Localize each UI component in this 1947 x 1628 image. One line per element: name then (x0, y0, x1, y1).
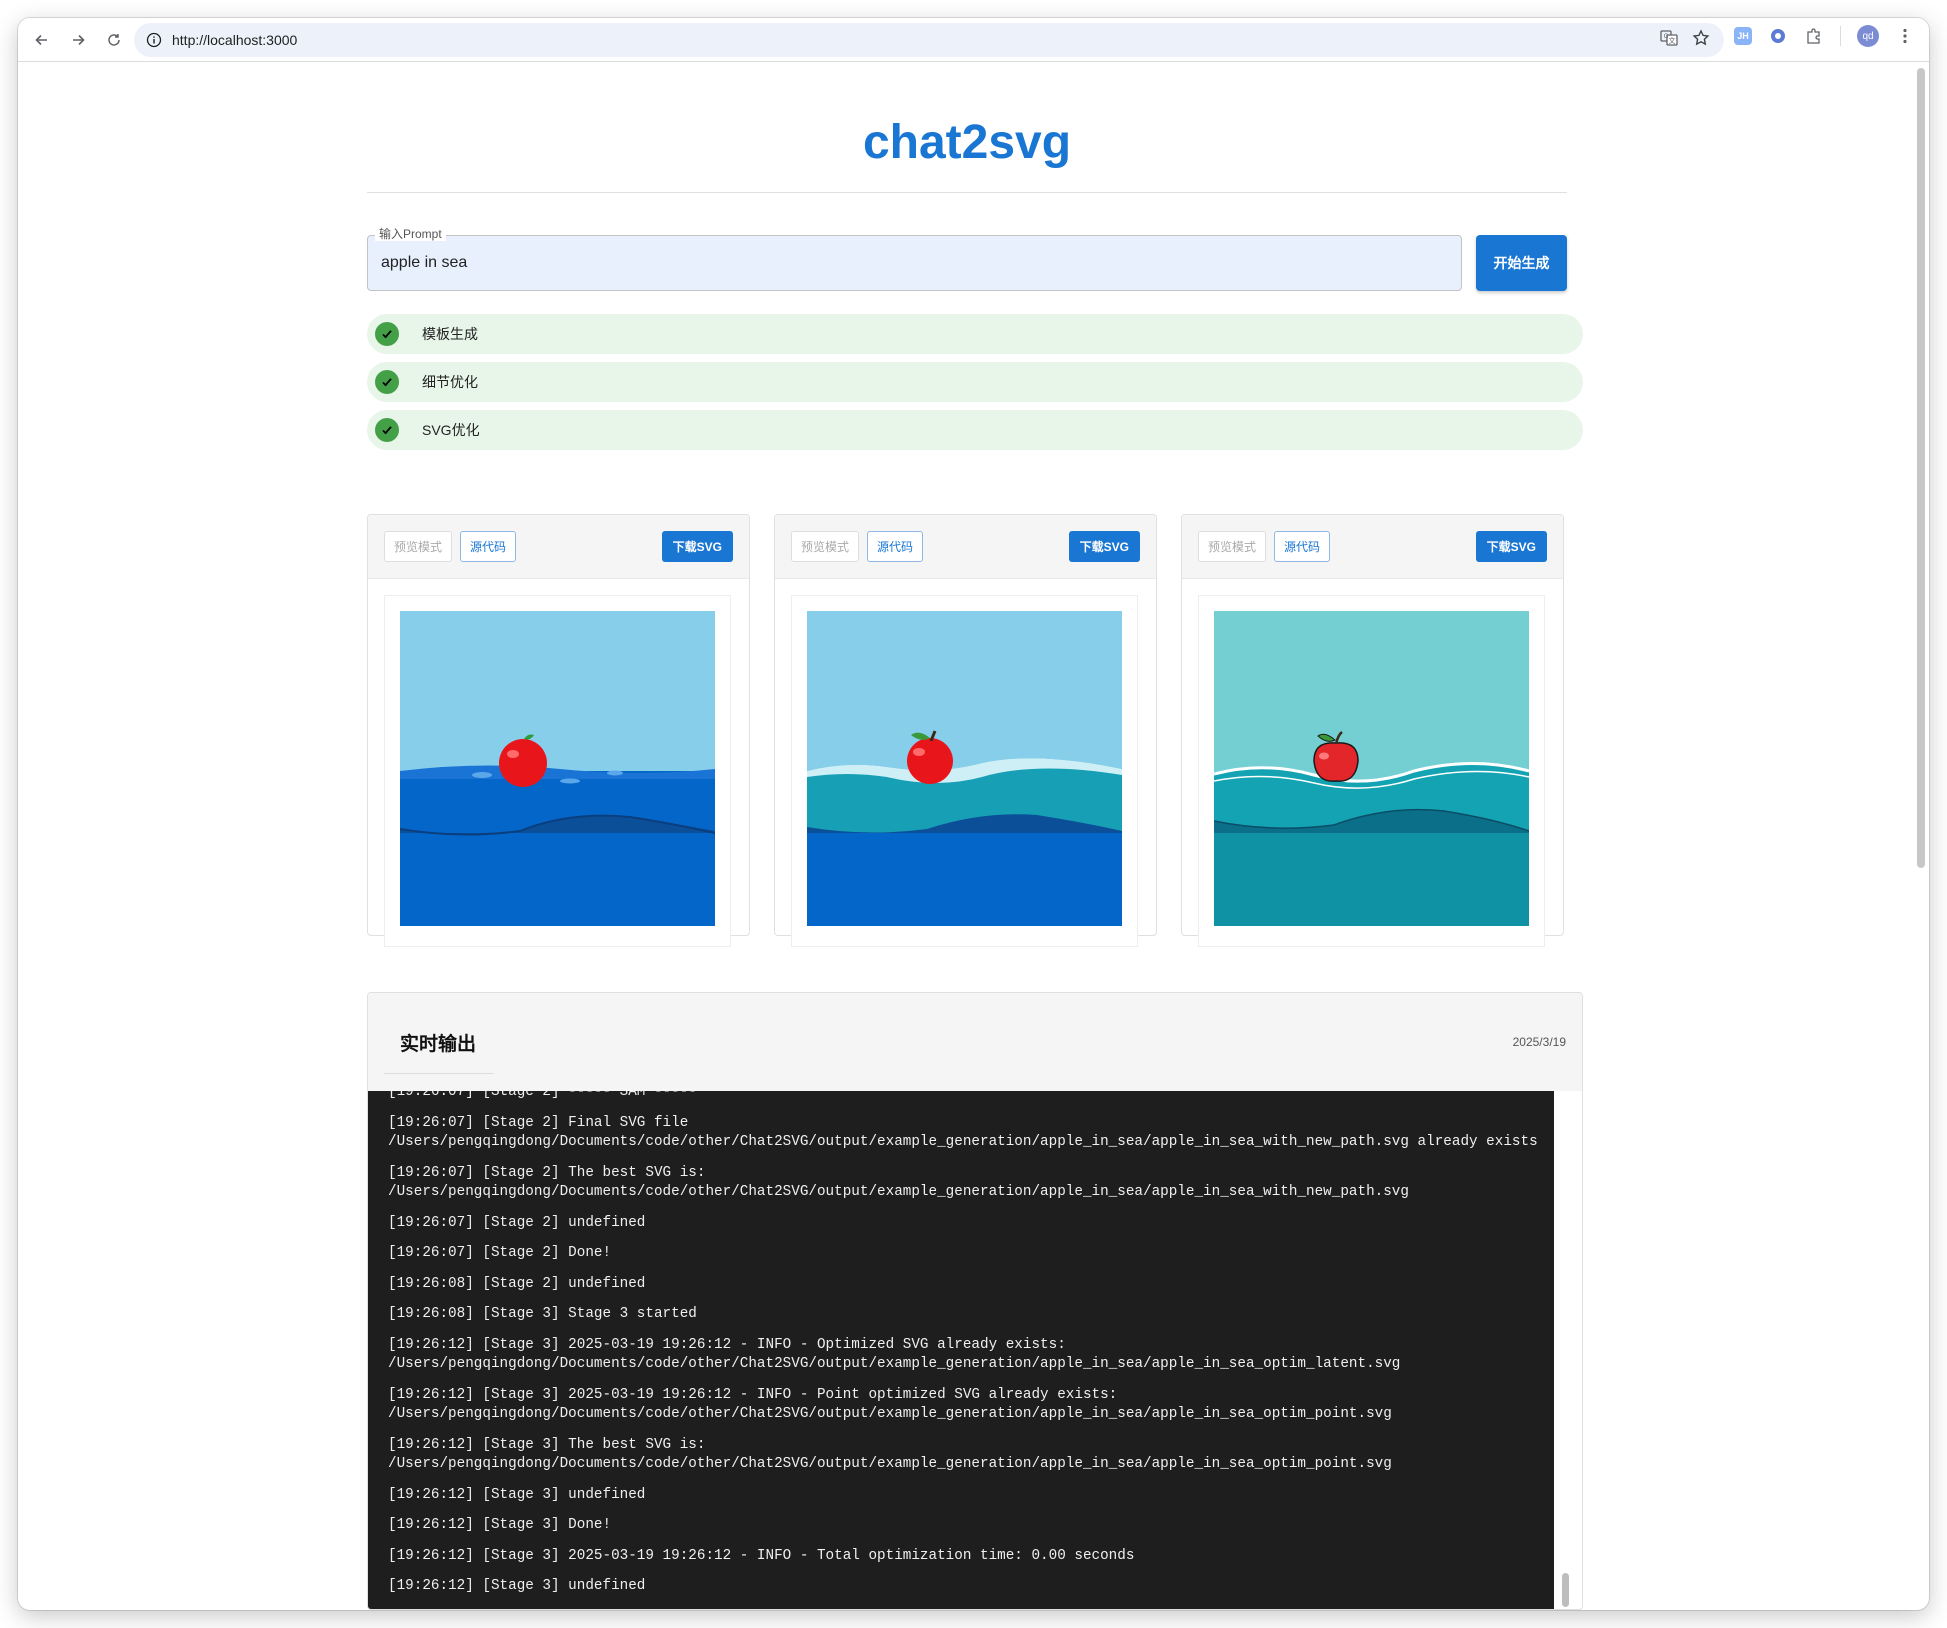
log-entry: [19:26:12] [Stage 3] 2025-03-19 19:26:12… (388, 1386, 1392, 1423)
log-entry: [19:26:12] [Stage 3] The best SVG is: /U… (388, 1436, 1392, 1473)
prompt-field[interactable] (367, 235, 1462, 291)
extensions-area: JH qd (1734, 25, 1915, 47)
title-divider (367, 192, 1567, 193)
check-icon (375, 418, 399, 442)
result-card-3: 预览模式 源代码 下载SVG (1181, 514, 1564, 947)
download-svg-button[interactable]: 下载SVG (1068, 531, 1140, 562)
forward-arrow-icon (73, 34, 85, 45)
puzzle-extensions-icon[interactable] (1804, 26, 1824, 46)
site-info-icon[interactable] (146, 32, 162, 48)
more-menu-icon[interactable] (1895, 26, 1915, 46)
console-scrollbar[interactable] (1554, 1091, 1582, 1609)
preview-mode-button[interactable]: 预览模式 (1198, 531, 1267, 562)
profile-avatar[interactable]: qd (1857, 25, 1879, 47)
prompt-label: 输入Prompt (375, 227, 446, 241)
source-code-button[interactable]: 源代码 (867, 531, 924, 562)
apple-in-sea-image (1214, 611, 1529, 926)
svg-text:G: G (1664, 33, 1669, 40)
log-entry: [19:26:07] [Stage 2] Done! (388, 1245, 612, 1261)
result-card-2: 预览模式 源代码 下载SVG (774, 514, 1157, 947)
log-entry: [19:26:12] [Stage 3] undefined (388, 1578, 646, 1594)
card-header: 预览模式 源代码 下载SVG (1182, 515, 1563, 579)
app-title: chat2svg (862, 116, 1072, 169)
svg-preview-frame (384, 595, 731, 947)
back-button[interactable] (28, 26, 56, 54)
svg-text:文: 文 (1669, 36, 1676, 45)
download-svg-button[interactable]: 下载SVG (661, 531, 733, 562)
back-arrow-icon (35, 34, 47, 45)
step-label: SVG优化 (422, 422, 480, 438)
jh-extension-icon[interactable]: JH (1734, 27, 1752, 45)
realtime-output-panel: 实时输出 2025/3/19 [19:26:07] [Stage 2] ----… (367, 992, 1583, 1610)
bookmark-star-icon[interactable] (1692, 28, 1710, 52)
output-title-underline (384, 1073, 494, 1074)
reload-button[interactable] (100, 26, 128, 54)
step-label: 细节优化 (422, 374, 478, 390)
check-icon (375, 322, 399, 346)
log-entry: [19:26:12] [Stage 3] 2025-03-19 19:26:12… (388, 1547, 1135, 1564)
page-content: chat2svg 输入Prompt 开始生成 模板生成 细节优化 (18, 63, 1929, 1610)
step-template-generation: 模板生成 (367, 314, 1583, 354)
prompt-input[interactable] (368, 236, 1461, 290)
output-title: 实时输出 (400, 1034, 477, 1055)
step-svg-optimization: SVG优化 (367, 410, 1583, 450)
svg-preview-frame (1198, 595, 1545, 947)
forward-button[interactable] (64, 26, 92, 54)
log-entry: [19:26:07] [Stage 2] Final SVG file /Use… (388, 1114, 1538, 1151)
toolbar-divider (1840, 26, 1841, 46)
log-entry: [19:26:12] [Stage 3] Done! (388, 1517, 612, 1533)
card-header: 预览模式 源代码 下载SVG (368, 515, 749, 579)
preview-mode-button[interactable]: 预览模式 (791, 531, 860, 562)
log-console[interactable]: [19:26:07] [Stage 2] ----- SAM ----- [19… (368, 1091, 1555, 1609)
apple-in-sea-image (400, 611, 715, 926)
source-code-button[interactable]: 源代码 (1274, 531, 1331, 562)
output-date: 2025/3/19 (1512, 1035, 1566, 1049)
result-card-1: 预览模式 源代码 下载SVG (367, 514, 750, 947)
svg-preview-frame (791, 595, 1138, 947)
step-label: 模板生成 (422, 326, 478, 342)
log-entry: [19:26:08] [Stage 2] undefined (388, 1275, 646, 1292)
log-entry: [19:26:08] [Stage 3] Stage 3 started (388, 1306, 697, 1322)
check-icon (375, 370, 399, 394)
reload-icon (108, 33, 120, 46)
log-entry: [19:26:12] [Stage 3] undefined (388, 1486, 646, 1503)
translate-icon[interactable]: 文G (1660, 29, 1678, 52)
browser-window: http://localhost:3000 文G JH qd chat2svg … (18, 18, 1929, 1610)
log-entry: [19:26:07] [Stage 2] undefined (388, 1214, 646, 1231)
log-entry: [19:26:07] [Stage 2] ----- SAM ----- (388, 1091, 697, 1100)
apple-in-sea-image (807, 611, 1122, 926)
address-bar[interactable]: http://localhost:3000 文G (134, 23, 1724, 57)
result-cards: 预览模式 源代码 下载SVG 预览模式 源代码 下载SVG 预览模式 源代码 下… (367, 514, 1583, 947)
source-code-button[interactable]: 源代码 (460, 531, 517, 562)
log-entry: [19:26:12] [Stage 3] 2025-03-19 19:26:12… (388, 1336, 1401, 1373)
circle-extension-icon[interactable] (1768, 26, 1788, 46)
output-header: 实时输出 2025/3/19 (368, 993, 1582, 1091)
page-scrollbar-thumb[interactable] (1917, 68, 1925, 868)
console-scrollbar-thumb[interactable] (1562, 1573, 1569, 1607)
step-detail-optimization: 细节优化 (367, 362, 1583, 402)
progress-steps: 模板生成 细节优化 SVG优化 (367, 314, 1583, 458)
card-header: 预览模式 源代码 下载SVG (775, 515, 1156, 579)
generate-button[interactable]: 开始生成 (1476, 235, 1567, 291)
download-svg-button[interactable]: 下载SVG (1475, 531, 1547, 562)
preview-mode-button[interactable]: 预览模式 (384, 531, 453, 562)
log-lines: [19:26:07] [Stage 2] ----- SAM ----- [19… (388, 1091, 1548, 1608)
log-entry: [19:26:07] [Stage 2] The best SVG is: /U… (388, 1164, 1409, 1201)
browser-toolbar: http://localhost:3000 文G JH qd (18, 18, 1929, 62)
url-text[interactable]: http://localhost:3000 (172, 32, 297, 48)
